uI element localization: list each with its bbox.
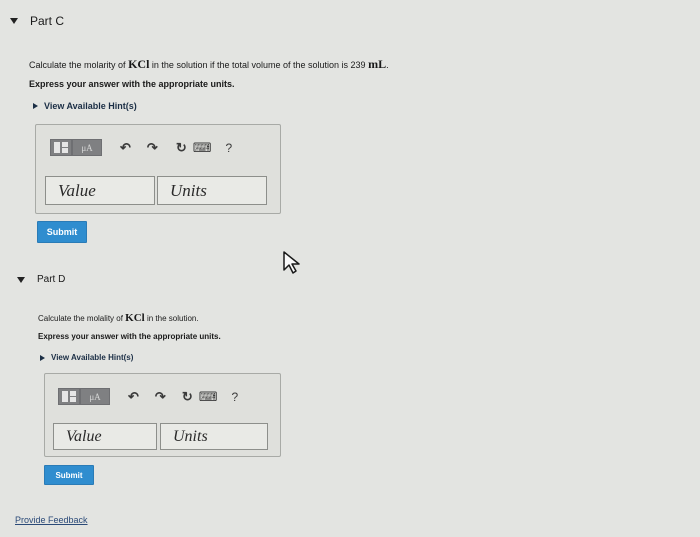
units-symbol-button[interactable]: μA	[72, 139, 102, 156]
templates-icon	[62, 391, 76, 402]
part-d-instruction: Express your answer with the appropriate…	[38, 332, 221, 341]
part-c-header[interactable]: Part C	[10, 14, 64, 28]
part-c-units-input[interactable]: Units	[157, 176, 267, 205]
units-symbol-button[interactable]: μA	[80, 388, 110, 405]
part-d-value-input[interactable]: Value	[53, 423, 157, 450]
reset-icon[interactable]: ↻	[176, 140, 187, 156]
part-d-toolbar: μA ↶ ↷ ↻ ⌨ ?	[58, 388, 238, 405]
part-c-instruction: Express your answer with the appropriate…	[29, 79, 235, 89]
help-icon[interactable]: ?	[231, 390, 238, 404]
part-d-title: Part D	[37, 274, 66, 285]
part-d-submit-button[interactable]: Submit	[44, 465, 94, 485]
part-c-hints-toggle[interactable]: View Available Hint(s)	[33, 101, 137, 111]
keyboard-icon[interactable]: ⌨	[193, 140, 212, 156]
templates-icon	[54, 142, 68, 153]
part-d-units-input[interactable]: Units	[160, 423, 268, 450]
help-icon[interactable]: ?	[225, 141, 232, 155]
templates-button[interactable]	[50, 139, 72, 156]
templates-button[interactable]	[58, 388, 80, 405]
undo-icon[interactable]: ↶	[128, 389, 139, 405]
part-d-hints-toggle[interactable]: View Available Hint(s)	[40, 353, 133, 362]
reset-icon[interactable]: ↻	[182, 389, 193, 405]
redo-icon[interactable]: ↷	[147, 140, 158, 156]
part-d-header[interactable]: Part D	[17, 274, 65, 285]
expand-triangle-icon	[40, 354, 45, 361]
chem-formula: KCl	[128, 57, 150, 71]
keyboard-icon[interactable]: ⌨	[199, 389, 218, 405]
collapse-triangle-icon	[17, 276, 25, 283]
undo-icon[interactable]: ↶	[120, 140, 131, 156]
collapse-triangle-icon	[10, 18, 18, 24]
part-c-toolbar: μA ↶ ↷ ↻ ⌨ ?	[50, 139, 232, 156]
part-c-submit-button[interactable]: Submit	[37, 221, 87, 243]
part-c-title: Part C	[30, 14, 65, 28]
mouse-pointer-icon	[283, 251, 300, 274]
part-d-question: Calculate the molality of KCl in the sol…	[38, 312, 199, 324]
chem-formula: KCl	[125, 312, 145, 324]
redo-icon[interactable]: ↷	[155, 389, 166, 405]
expand-triangle-icon	[33, 103, 38, 109]
provide-feedback-link[interactable]: Provide Feedback	[15, 515, 88, 525]
part-c-value-input[interactable]: Value	[45, 176, 155, 205]
volume-unit: mL	[368, 57, 387, 71]
part-c-question: Calculate the molarity of KCl in the sol…	[29, 57, 389, 71]
